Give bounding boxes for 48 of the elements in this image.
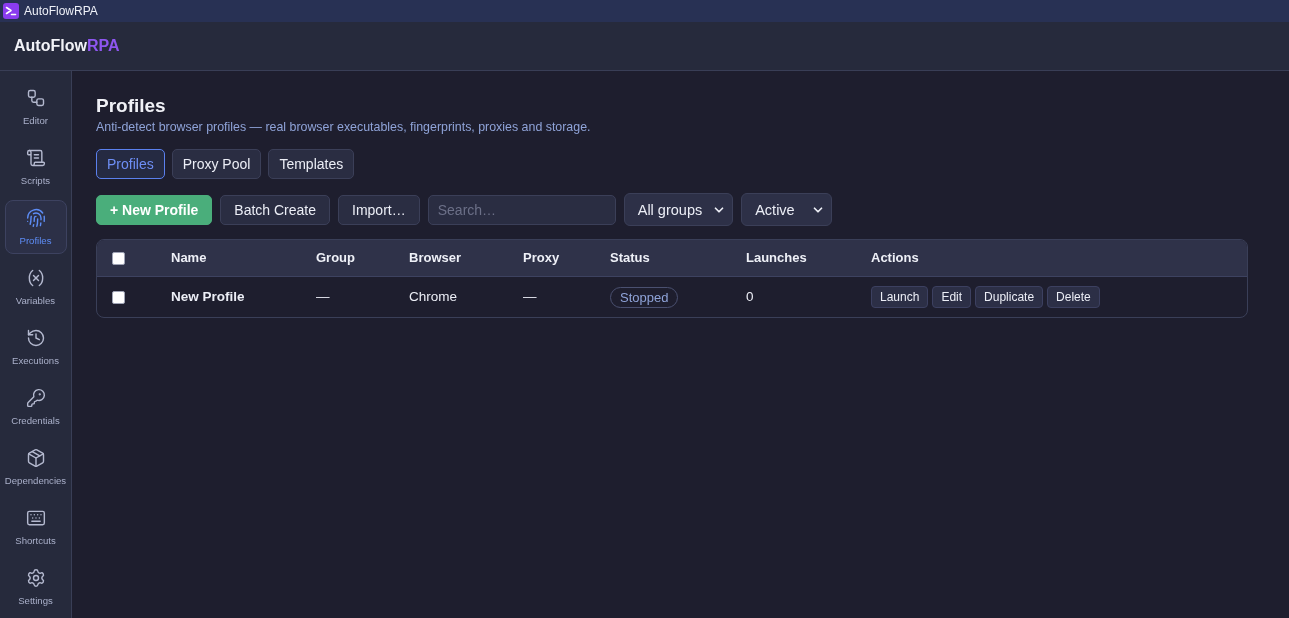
window-title: AutoFlowRPA [24,4,98,18]
scroll-icon [25,148,46,168]
sidebar-item[interactable]: Executions [4,320,67,374]
sidebar-item[interactable]: Shortcuts [4,500,67,554]
group-value: — [316,289,330,305]
column-header: Name [171,250,207,266]
batch-create-button[interactable]: Batch Create [220,194,331,225]
delete-button[interactable]: Delete [1047,286,1100,308]
search-field[interactable]: Search… [427,194,616,225]
row-checkbox[interactable] [112,290,125,304]
history-icon [25,328,46,348]
column-header: Actions [871,250,919,266]
duplicate-button[interactable]: Duplicate [975,286,1044,308]
column-header: Proxy [523,250,560,266]
group-filter-select[interactable]: All groups [623,193,734,226]
tab[interactable]: Profiles [96,149,165,179]
sidebar-item[interactable]: Profiles [4,200,67,254]
app-brand: AutoFlowRPA [14,36,120,56]
sidebar-item[interactable]: Editor [4,80,67,134]
fingerprint-icon [25,208,46,228]
sidebar-item[interactable]: Dependencies [4,440,67,494]
edit-button[interactable]: Edit [932,286,972,308]
sidebar-item[interactable]: Credentials [4,380,67,434]
column-header: Group [316,250,355,266]
column-header: Browser [409,250,462,266]
launch-button[interactable]: Launch [871,286,929,308]
sidebar-item[interactable]: Scripts [4,140,67,194]
workflow-icon [25,88,46,108]
column-header: Status [610,250,650,266]
sidebar-item[interactable]: Settings [4,560,67,614]
launch-count: 0 [746,289,754,305]
app-logo-icon [3,3,19,19]
key-icon [25,388,46,408]
page-title: Profiles [96,94,166,118]
package-icon [25,448,46,468]
tab[interactable]: Proxy Pool [171,149,262,179]
keyboard-icon [25,508,46,528]
status-filter-select[interactable]: Active [741,193,833,226]
browser-name: Chrome [409,289,457,305]
select-all-checkbox[interactable] [112,251,125,265]
import-button[interactable]: Import… [338,194,420,225]
sidebar-item[interactable]: Variables [4,260,67,314]
tab[interactable]: Templates [268,149,355,179]
profile-name: New Profile [171,289,245,305]
proxy-value: — [523,289,537,305]
settings-icon [25,568,46,588]
column-header: Launches [746,250,807,266]
page-subtitle: Anti-detect browser profiles — real browser executables, fingerprints, proxies and storage. [96,119,591,135]
